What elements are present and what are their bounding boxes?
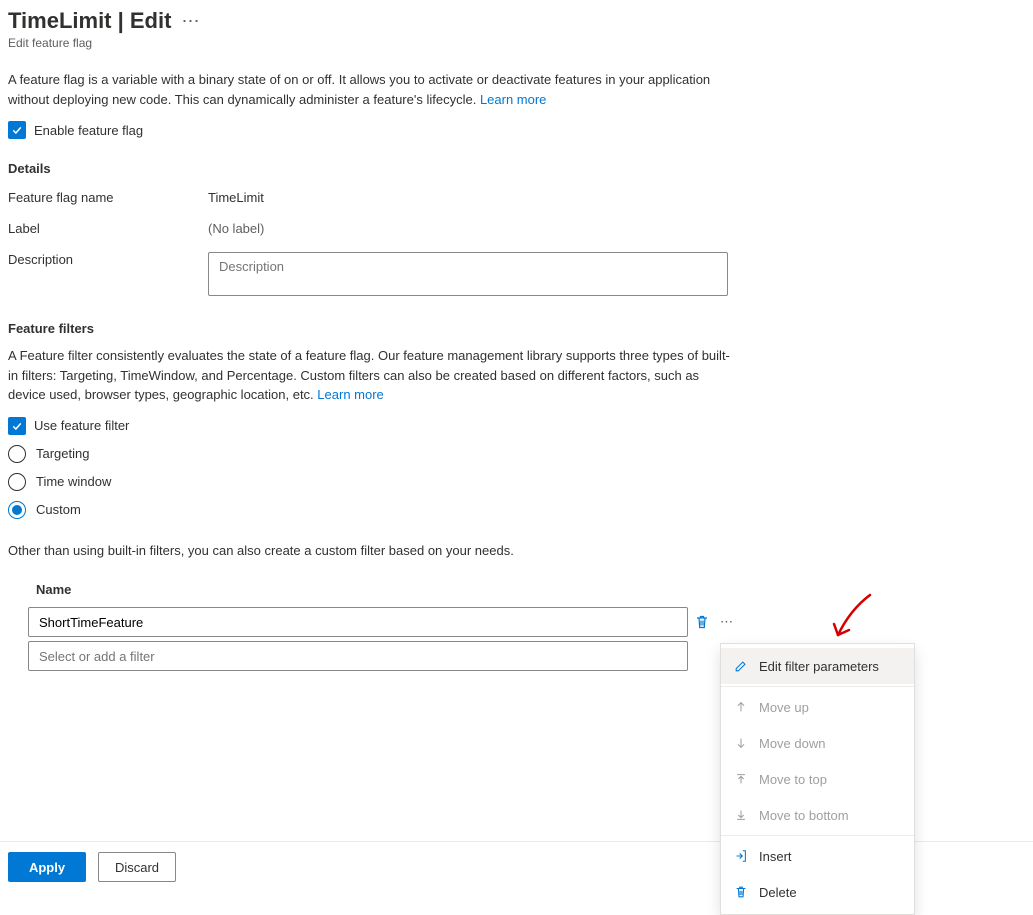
feature-flag-name-value: TimeLimit bbox=[208, 190, 1025, 205]
feature-filters-intro: A Feature filter consistently evaluates … bbox=[8, 346, 738, 405]
arrow-top-icon bbox=[733, 771, 749, 787]
filter-custom-radio[interactable] bbox=[8, 501, 26, 519]
insert-icon bbox=[733, 848, 749, 864]
menu-item-label: Move to bottom bbox=[759, 808, 849, 823]
arrow-down-icon bbox=[733, 735, 749, 751]
filter-timewindow-radio[interactable] bbox=[8, 473, 26, 491]
menu-item-label: Insert bbox=[759, 849, 792, 864]
page-subtitle: Edit feature flag bbox=[8, 36, 1025, 50]
custom-filter-description: Other than using built-in filters, you c… bbox=[8, 541, 738, 561]
intro-learn-more-link[interactable]: Learn more bbox=[480, 92, 546, 107]
menu-item-label: Move down bbox=[759, 736, 825, 751]
menu-move-up: Move up bbox=[721, 689, 914, 725]
apply-button[interactable]: Apply bbox=[8, 852, 86, 882]
details-heading: Details bbox=[8, 161, 1025, 176]
menu-item-label: Move to top bbox=[759, 772, 827, 787]
menu-separator bbox=[721, 835, 914, 836]
feature-flag-name-label: Feature flag name bbox=[8, 190, 208, 205]
description-label: Description bbox=[8, 252, 208, 299]
trash-icon bbox=[694, 614, 710, 630]
menu-edit-filter-parameters[interactable]: Edit filter parameters bbox=[721, 648, 914, 684]
filter-row-more-icon[interactable]: ⋯ bbox=[716, 614, 739, 630]
menu-move-to-top: Move to top bbox=[721, 761, 914, 797]
filter-targeting-label: Targeting bbox=[36, 446, 89, 461]
filter-context-menu: Edit filter parameters Move up Move down… bbox=[720, 643, 915, 915]
trash-icon bbox=[733, 884, 749, 900]
menu-delete[interactable]: Delete bbox=[721, 874, 914, 910]
filter-table-name-header: Name bbox=[8, 574, 738, 605]
menu-move-down: Move down bbox=[721, 725, 914, 761]
description-textarea[interactable] bbox=[208, 252, 728, 296]
discard-button[interactable]: Discard bbox=[98, 852, 176, 882]
arrow-up-icon bbox=[733, 699, 749, 715]
menu-item-label: Edit filter parameters bbox=[759, 659, 879, 674]
page-title: TimeLimit | Edit bbox=[8, 8, 171, 34]
intro-text: A feature flag is a variable with a bina… bbox=[8, 70, 738, 109]
use-feature-filter-label: Use feature filter bbox=[34, 418, 129, 433]
intro-body: A feature flag is a variable with a bina… bbox=[8, 72, 710, 107]
label-label: Label bbox=[8, 221, 208, 236]
arrow-bottom-icon bbox=[733, 807, 749, 823]
filter-targeting-radio[interactable] bbox=[8, 445, 26, 463]
menu-separator bbox=[721, 686, 914, 687]
menu-item-label: Delete bbox=[759, 885, 797, 900]
filter-table-add-row bbox=[8, 641, 738, 671]
menu-item-label: Move up bbox=[759, 700, 809, 715]
label-value: (No label) bbox=[208, 221, 1025, 236]
check-icon bbox=[11, 124, 23, 136]
filter-custom-label: Custom bbox=[36, 502, 81, 517]
use-feature-filter-checkbox[interactable] bbox=[8, 417, 26, 435]
feature-filters-heading: Feature filters bbox=[8, 321, 1025, 336]
filter-table-row: ⋯ bbox=[8, 607, 738, 637]
add-filter-input[interactable] bbox=[28, 641, 688, 671]
filters-learn-more-link[interactable]: Learn more bbox=[317, 387, 383, 402]
filter-timewindow-label: Time window bbox=[36, 474, 111, 489]
delete-filter-button[interactable] bbox=[694, 607, 710, 637]
check-icon bbox=[11, 420, 23, 432]
enable-feature-flag-checkbox[interactable] bbox=[8, 121, 26, 139]
filter-name-input[interactable] bbox=[28, 607, 688, 637]
enable-feature-flag-label: Enable feature flag bbox=[34, 123, 143, 138]
title-more-icon[interactable]: ⋯ bbox=[181, 11, 201, 32]
pencil-icon bbox=[733, 658, 749, 674]
menu-insert[interactable]: Insert bbox=[721, 838, 914, 874]
menu-move-to-bottom: Move to bottom bbox=[721, 797, 914, 833]
